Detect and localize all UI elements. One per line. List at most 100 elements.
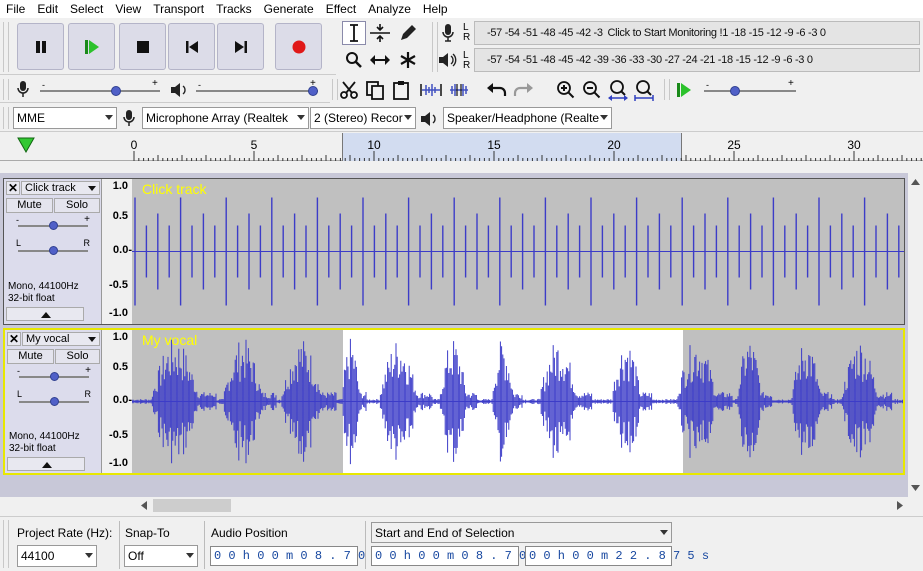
fit-selection-icon	[608, 80, 628, 101]
click-track-close-button[interactable]: ✕	[6, 181, 20, 195]
zoom-in-button[interactable]	[554, 78, 578, 102]
multi-tool[interactable]	[396, 48, 420, 72]
vocal-track-collapse-button[interactable]	[7, 457, 85, 471]
redo-button[interactable]	[511, 78, 535, 102]
pause-icon	[35, 40, 46, 53]
menu-edit[interactable]: Edit	[31, 0, 64, 18]
horizontal-scrollbar[interactable]	[0, 497, 923, 514]
click-track-solo-button[interactable]: Solo	[54, 198, 100, 213]
vocal-track-pan-slider[interactable]: L R	[17, 389, 91, 409]
play-at-speed-icon	[677, 83, 691, 97]
menu-tracks[interactable]: Tracks	[210, 0, 258, 18]
vocal-track-waveform[interactable]: My vocal	[132, 330, 903, 473]
audio-host-select[interactable]: MME	[13, 107, 117, 129]
menu-generate[interactable]: Generate	[258, 0, 320, 18]
zoom-out-button[interactable]	[580, 78, 604, 102]
click-track-name-menu[interactable]: Click track	[21, 181, 100, 195]
skip-end-button[interactable]	[217, 23, 264, 70]
horizontal-scroll-thumb[interactable]	[153, 499, 231, 512]
selection-tool[interactable]	[342, 21, 366, 45]
snap-to-select[interactable]: Off	[124, 545, 198, 567]
recording-channels-select[interactable]: 2 (Stereo) Recor	[310, 107, 416, 129]
collapse-arrow-icon	[41, 312, 51, 318]
click-track-mute-button[interactable]: Mute	[6, 198, 53, 213]
project-rate-select[interactable]: 44100	[17, 545, 97, 567]
toolbar-grip[interactable]	[3, 22, 9, 72]
click-track-pan-slider[interactable]: L R	[16, 238, 90, 258]
device-grip[interactable]	[3, 107, 9, 129]
paste-button[interactable]	[389, 78, 413, 102]
click-track-waveform[interactable]: Click track	[132, 179, 904, 324]
menu-help[interactable]: Help	[417, 0, 454, 18]
fit-project-button[interactable]	[632, 78, 656, 102]
playback-meter-button[interactable]	[436, 48, 460, 72]
pause-button[interactable]	[17, 23, 64, 70]
mixer-toolbar: - + - +	[0, 76, 330, 103]
click-track-pan-thumb[interactable]	[49, 246, 58, 255]
playback-meter[interactable]: -57 -54 -51 -48 -45 -42 -39 -36 -33 -30 …	[474, 48, 920, 72]
undo-button[interactable]	[485, 78, 509, 102]
playback-speed-slider[interactable]: - +	[704, 78, 796, 100]
menu-bar: File Edit Select View Transport Tracks G…	[0, 0, 923, 18]
record-icon	[292, 40, 305, 53]
scroll-right-icon[interactable]	[897, 501, 903, 510]
vocal-track-gain-thumb[interactable]	[50, 372, 59, 381]
output-volume-thumb[interactable]	[308, 86, 318, 96]
mixer-grip[interactable]	[3, 79, 9, 100]
skip-start-button[interactable]	[168, 23, 215, 70]
fit-selection-button[interactable]	[606, 78, 630, 102]
selection-mode-select[interactable]: Start and End of Selection	[371, 522, 672, 543]
record-meter[interactable]: -57 -54 -51 -48 -45 -42 -3 Click to Star…	[474, 21, 920, 45]
click-track-gain-thumb[interactable]	[49, 221, 58, 230]
vocal-track-close-button[interactable]: ✕	[7, 332, 21, 346]
zoom-tool[interactable]	[342, 48, 366, 72]
vocal-track-name-menu[interactable]: My vocal	[22, 332, 100, 346]
menu-select[interactable]: Select	[64, 0, 109, 18]
selection-grip[interactable]	[3, 520, 9, 568]
speed-grip[interactable]	[664, 79, 670, 100]
cut-button[interactable]	[337, 78, 361, 102]
stop-button[interactable]	[119, 23, 166, 70]
device-toolbar: MME Microphone Array (Realtek 2 (Stereo)…	[0, 104, 923, 132]
audio-position-field[interactable]: 0 0 h 0 0 m 0 8 . 7 0 8 s	[210, 546, 394, 566]
scroll-up-icon[interactable]	[911, 179, 920, 185]
click-track-collapse-button[interactable]	[6, 307, 84, 321]
input-volume-slider[interactable]: - +	[40, 78, 160, 100]
selection-start-field[interactable]: 0 0 h 0 0 m 0 8 . 7 0 8 s	[371, 546, 555, 566]
playback-device-select[interactable]: Speaker/Headphone (Realte	[443, 107, 612, 129]
scroll-down-icon[interactable]	[911, 485, 920, 491]
click-track-gain-slider[interactable]: - +	[16, 214, 90, 233]
copy-button[interactable]	[363, 78, 387, 102]
vocal-track-pan-thumb[interactable]	[50, 397, 59, 406]
record-button[interactable]	[275, 23, 322, 70]
time-shift-tool[interactable]	[368, 48, 392, 72]
silence-button[interactable]	[447, 78, 471, 102]
menu-view[interactable]: View	[109, 0, 147, 18]
vertical-scrollbar[interactable]	[908, 173, 923, 497]
ruler-label: 10	[367, 138, 381, 152]
playback-speed-thumb[interactable]	[730, 86, 740, 96]
recording-device-select[interactable]: Microphone Array (Realtek	[142, 107, 309, 129]
menu-effect[interactable]: Effect	[320, 0, 362, 18]
output-volume-slider[interactable]: - +	[196, 78, 318, 100]
scroll-left-icon[interactable]	[141, 501, 147, 510]
vocal-track-mute-button[interactable]: Mute	[7, 349, 54, 364]
selection-end-field[interactable]: 0 0 h 0 0 m 2 2 . 8 7 5 s	[525, 546, 709, 566]
audio-host-value: MME	[17, 111, 45, 125]
output-volume-icon	[171, 83, 186, 97]
timeline-ruler[interactable]: 0 5 10 15 20 25 30	[0, 133, 923, 161]
envelope-tool[interactable]	[368, 21, 392, 45]
vocal-track-solo-button[interactable]: Solo	[55, 349, 100, 364]
trim-button[interactable]	[419, 78, 443, 102]
record-meter-button[interactable]	[436, 21, 460, 45]
input-volume-thumb[interactable]	[111, 86, 121, 96]
play-at-speed-button[interactable]	[672, 78, 696, 102]
menu-transport[interactable]: Transport	[147, 0, 210, 18]
menu-file[interactable]: File	[0, 0, 31, 18]
menu-analyze[interactable]: Analyze	[362, 0, 417, 18]
monitor-hint[interactable]: Click to Start Monitoring	[607, 27, 717, 39]
zoom-out-icon	[583, 81, 601, 99]
play-button[interactable]	[68, 23, 115, 70]
vocal-track-gain-slider[interactable]: - +	[17, 365, 91, 384]
draw-tool[interactable]	[396, 21, 420, 45]
